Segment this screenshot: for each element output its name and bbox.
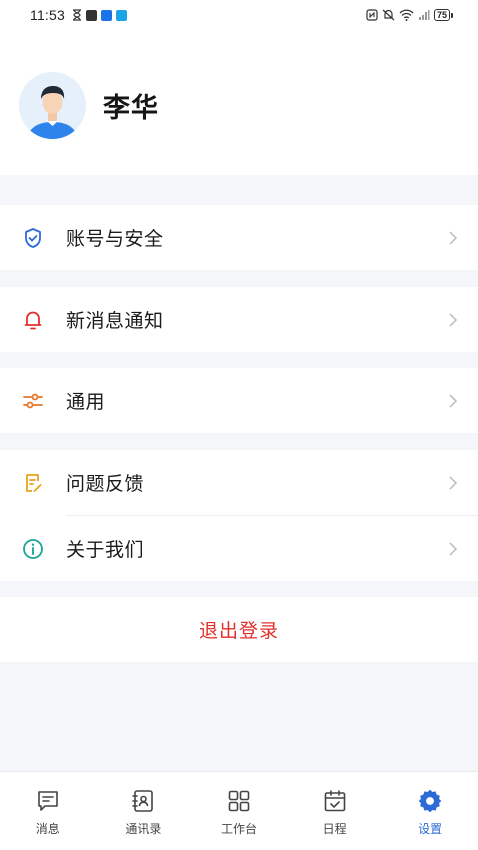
profile-card[interactable]: 李华 [19, 72, 159, 139]
chevron-right-icon [449, 312, 458, 327]
menu-item-feedback[interactable]: 问题反馈 [0, 450, 478, 515]
logout-button[interactable]: 退出登录 [0, 597, 478, 662]
tab-label: 工作台 [220, 822, 257, 836]
bottom-tab-bar: 消息 通讯录 工作台 日程 设置 [0, 771, 478, 850]
chevron-right-icon [449, 393, 458, 408]
user-avatar-icon [19, 72, 86, 139]
tab-label: 消息 [35, 822, 60, 836]
tab-schedule[interactable]: 日程 [287, 772, 383, 850]
feedback-edit-icon [22, 472, 44, 494]
bell-icon [22, 309, 44, 331]
settings-group-account: 账号与安全 [0, 205, 478, 270]
chevron-right-icon [449, 475, 458, 490]
info-icon [22, 538, 44, 560]
logout-group: 退出登录 [0, 597, 478, 662]
signal-icon [418, 10, 430, 20]
nfc-icon [366, 9, 378, 21]
user-name: 李华 [103, 93, 159, 124]
chevron-right-icon [449, 541, 458, 556]
header-area: 11:53 75 李华 [0, 0, 478, 175]
mute-bell-icon [382, 9, 395, 21]
grid-icon [226, 788, 252, 814]
hourglass-icon [73, 9, 81, 21]
contacts-book-icon [130, 788, 156, 814]
tab-workbench[interactable]: 工作台 [191, 772, 287, 850]
menu-item-label: 账号与安全 [66, 228, 164, 250]
chevron-right-icon [449, 230, 458, 245]
app-notification-icon [116, 9, 127, 21]
settings-group-general: 通用 [0, 368, 478, 433]
menu-item-label: 新消息通知 [66, 310, 164, 332]
menu-item-general[interactable]: 通用 [0, 368, 478, 433]
menu-item-account-security[interactable]: 账号与安全 [0, 205, 478, 270]
tab-settings[interactable]: 设置 [382, 772, 478, 850]
wifi-icon [399, 9, 414, 21]
message-icon [35, 788, 61, 814]
shield-check-icon [22, 227, 44, 249]
menu-item-label: 通用 [66, 391, 106, 413]
calendar-check-icon [322, 788, 348, 814]
tab-label: 日程 [322, 822, 347, 836]
battery-indicator: 75 [433, 9, 454, 21]
tab-messages[interactable]: 消息 [0, 772, 96, 850]
app-notification-icon [101, 9, 112, 21]
menu-item-notifications[interactable]: 新消息通知 [0, 287, 478, 352]
gear-icon [417, 788, 443, 814]
avatar[interactable] [19, 72, 86, 139]
menu-item-label: 问题反馈 [66, 473, 145, 495]
tab-contacts[interactable]: 通讯录 [96, 772, 192, 850]
status-time: 11:53 [30, 7, 65, 23]
tab-label: 设置 [418, 822, 443, 836]
settings-group-support: 问题反馈 关于我们 [0, 450, 478, 581]
tab-label: 通讯录 [125, 822, 162, 836]
menu-item-about[interactable]: 关于我们 [0, 516, 478, 581]
menu-item-label: 关于我们 [66, 539, 145, 561]
status-bar: 11:53 75 [0, 0, 478, 30]
sliders-icon [22, 390, 44, 412]
settings-group-notifications: 新消息通知 [0, 287, 478, 352]
app-notification-icon [86, 9, 97, 21]
